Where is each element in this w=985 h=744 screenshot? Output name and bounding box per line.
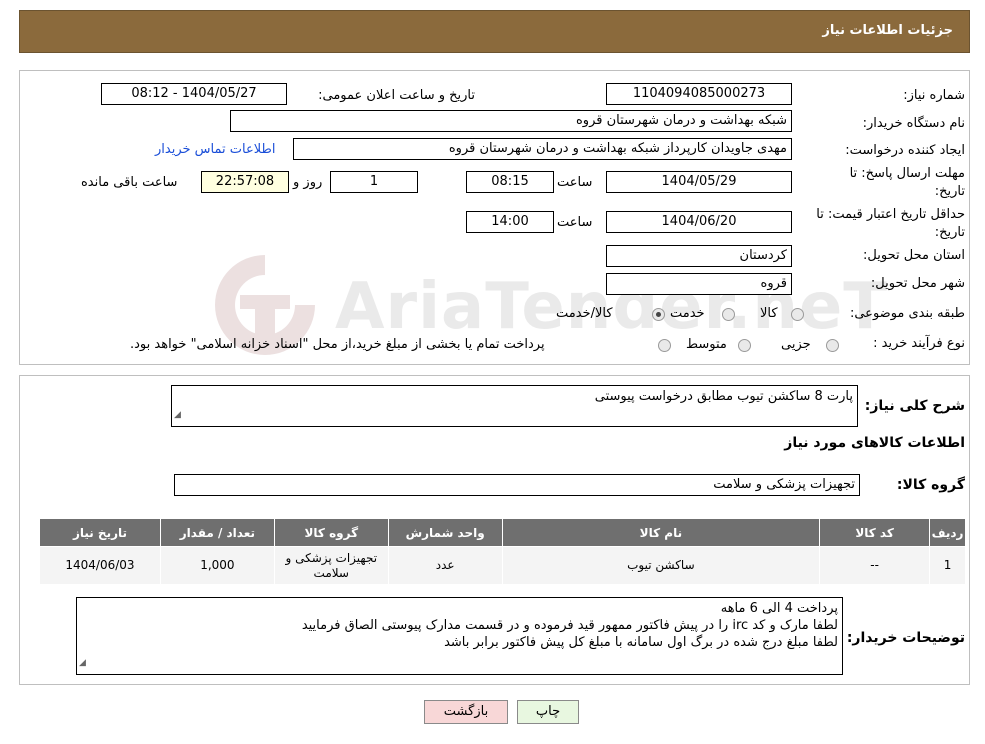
deadline-time-label: ساعت bbox=[557, 175, 593, 190]
back-button[interactable]: بازگشت bbox=[424, 700, 508, 724]
purchase-radio-minor[interactable] bbox=[826, 339, 839, 352]
validity-label-line2: تاریخ: bbox=[934, 225, 965, 240]
cell-qty: 1,000 bbox=[159, 546, 275, 585]
description-label: شرح کلی نیاز: bbox=[864, 398, 965, 414]
col-row-header: ردیف bbox=[929, 518, 966, 547]
goods-info-title: اطلاعات کالاهای مورد نیاز bbox=[784, 435, 965, 451]
remaining-label: ساعت باقی مانده bbox=[81, 175, 178, 190]
page-header: جزئیات اطلاعات نیاز bbox=[19, 10, 970, 53]
purchase-radio-treasury[interactable] bbox=[658, 339, 671, 352]
buyer-notes-line3: لطفا مبلغ درج شده در برگ اول سامانه با م… bbox=[444, 635, 838, 650]
items-table-wrapper: ردیف کد کالا نام کالا واحد شمارش گروه کا… bbox=[39, 518, 966, 585]
category-radio-goods-service[interactable] bbox=[652, 308, 665, 321]
buyer-notes-line2: لطفا مارک و کد irc را در پیش فاکتور ممهو… bbox=[301, 618, 838, 633]
purchase-option-minor: جزیی bbox=[781, 337, 811, 352]
validity-time-field: 14:00 bbox=[466, 211, 554, 233]
announce-label: تاریخ و ساعت اعلان عمومی: bbox=[318, 88, 475, 103]
city-field: قروه bbox=[606, 273, 792, 295]
deadline-label-line2: تاریخ: bbox=[934, 184, 965, 199]
province-label: استان محل تحویل: bbox=[863, 248, 965, 263]
validity-time-label: ساعت bbox=[557, 215, 593, 230]
days-remaining-field: 1 bbox=[330, 171, 418, 193]
buyer-contact-link[interactable]: اطلاعات تماس خریدار bbox=[155, 142, 275, 157]
buyer-notes-label: توضیحات خریدار: bbox=[846, 630, 965, 646]
category-option-service: خدمت bbox=[670, 306, 705, 321]
resize-grip-icon: ◢ bbox=[79, 658, 86, 668]
cell-code: -- bbox=[819, 546, 931, 585]
purchase-option-medium: متوسط bbox=[686, 337, 727, 352]
deadline-date-field: 1404/05/29 bbox=[606, 171, 792, 193]
category-radio-service[interactable] bbox=[722, 308, 735, 321]
category-label: طبقه بندی موضوعی: bbox=[849, 306, 965, 321]
category-option-goods-service: کالا/خدمت bbox=[556, 306, 613, 321]
purchase-type-label: نوع فرآیند خرید : bbox=[873, 336, 965, 351]
cell-unit: عدد bbox=[387, 546, 503, 585]
goods-group-label: گروه کالا: bbox=[896, 477, 965, 493]
col-qty-header: تعداد / مقدار bbox=[159, 518, 275, 547]
remaining-time-field: 22:57:08 bbox=[201, 171, 289, 193]
deadline-label-line1: مهلت ارسال پاسخ: تا bbox=[849, 166, 965, 181]
items-table: ردیف کد کالا نام کالا واحد شمارش گروه کا… bbox=[39, 518, 966, 585]
purchase-radio-medium[interactable] bbox=[738, 339, 751, 352]
resize-grip-icon: ◢ bbox=[174, 410, 181, 420]
description-textarea: پارت 8 ساکشن تیوب مطابق درخواست پیوستی ◢ bbox=[171, 385, 858, 427]
cell-name: ساکشن تیوب bbox=[501, 546, 821, 585]
validity-date-field: 1404/06/20 bbox=[606, 211, 792, 233]
buyer-org-label: نام دستگاه خریدار: bbox=[862, 116, 965, 131]
col-group-header: گروه کالا bbox=[273, 518, 389, 547]
category-option-goods: کالا bbox=[760, 306, 778, 321]
purchase-note: پرداخت تمام یا بخشی از مبلغ خرید،از محل … bbox=[130, 337, 545, 352]
province-field: کردستان bbox=[606, 245, 792, 267]
table-row: 1 -- ساکشن تیوب عدد تجهیزات پزشکی و سلام… bbox=[39, 546, 966, 585]
print-button[interactable]: چاپ bbox=[517, 700, 579, 724]
requester-label: ایجاد کننده درخواست: bbox=[845, 143, 965, 158]
cell-row: 1 bbox=[929, 546, 966, 585]
table-header-row: ردیف کد کالا نام کالا واحد شمارش گروه کا… bbox=[39, 518, 966, 547]
cell-group: تجهیزات پزشکی و سلامت bbox=[273, 546, 389, 585]
requester-field: مهدی جاویدان کارپرداز شبکه بهداشت و درما… bbox=[293, 138, 792, 160]
col-unit-header: واحد شمارش bbox=[387, 518, 503, 547]
page-title: جزئیات اطلاعات نیاز bbox=[822, 23, 953, 38]
category-radio-goods[interactable] bbox=[791, 308, 804, 321]
buyer-notes-textarea: پرداخت 4 الی 6 ماهه لطفا مارک و کد irc ر… bbox=[76, 597, 843, 675]
goods-group-field: تجهیزات پزشکی و سلامت bbox=[174, 474, 860, 496]
col-date-header: تاریخ نیاز bbox=[39, 518, 161, 547]
announce-field: 1404/05/27 - 08:12 bbox=[101, 83, 287, 105]
days-label: روز و bbox=[293, 175, 323, 190]
need-number-label: شماره نیاز: bbox=[903, 88, 965, 103]
city-label: شهر محل تحویل: bbox=[870, 276, 965, 291]
deadline-time-field: 08:15 bbox=[466, 171, 554, 193]
buyer-notes-line1: پرداخت 4 الی 6 ماهه bbox=[720, 601, 838, 616]
col-code-header: کد کالا bbox=[819, 518, 931, 547]
cell-date: 1404/06/03 bbox=[39, 546, 161, 585]
description-text: پارت 8 ساکشن تیوب مطابق درخواست پیوستی bbox=[594, 389, 853, 404]
need-number-field: 1104094085000273 bbox=[606, 83, 792, 105]
validity-label-line1: حداقل تاریخ اعتبار قیمت: تا bbox=[816, 207, 965, 222]
col-name-header: نام کالا bbox=[501, 518, 821, 547]
buyer-org-field: شبکه بهداشت و درمان شهرستان قروه bbox=[230, 110, 792, 132]
